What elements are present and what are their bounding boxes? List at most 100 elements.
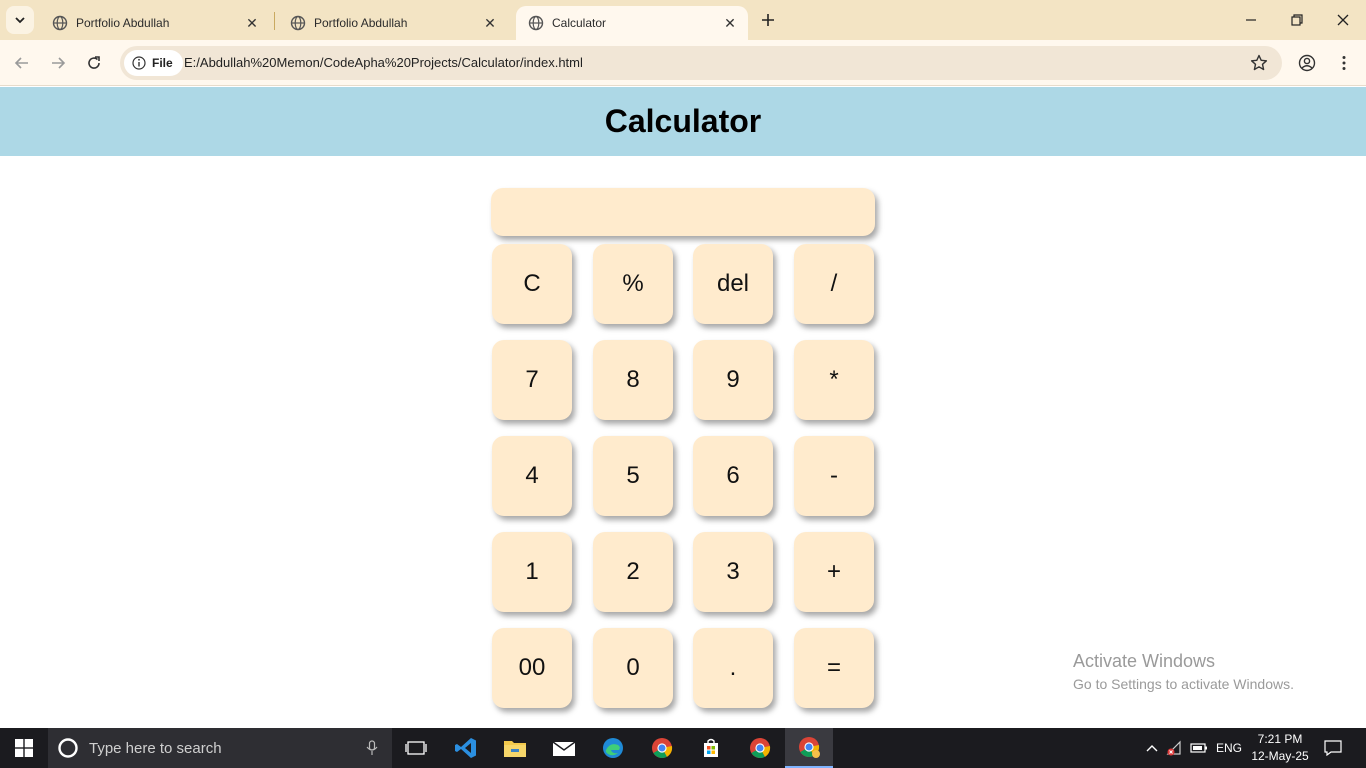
key-add-button[interactable]: +: [794, 532, 874, 612]
reload-icon: [88, 56, 100, 69]
tab-title: Portfolio Abdullah: [314, 16, 408, 30]
clock-date: 12-May-25: [1251, 749, 1309, 763]
tab-search-button[interactable]: [6, 6, 34, 34]
chevron-down-icon: [15, 17, 25, 24]
taskbar-chrome-active[interactable]: [785, 728, 833, 768]
language-indicator[interactable]: ENG: [1212, 728, 1246, 768]
taskbar-vscode[interactable]: [442, 728, 490, 768]
microphone-icon[interactable]: [366, 740, 378, 756]
taskbar-edge[interactable]: [589, 728, 637, 768]
info-icon: [132, 56, 146, 70]
reload-button[interactable]: [82, 51, 106, 75]
forward-button[interactable]: [46, 51, 70, 75]
network-status[interactable]: [1164, 728, 1186, 768]
key-digit-0-button[interactable]: 0: [593, 628, 673, 708]
key-digit-7-button[interactable]: 7: [492, 340, 572, 420]
taskbar-store[interactable]: [687, 728, 735, 768]
close-tab-icon[interactable]: ✕: [482, 15, 498, 31]
taskbar-chrome-1[interactable]: [638, 728, 686, 768]
chrome-icon: [750, 738, 771, 759]
arrow-left-icon: [14, 57, 28, 69]
page-title: Calculator: [604, 103, 762, 139]
tab-portfolio-1[interactable]: Portfolio Abdullah ✕: [40, 6, 270, 40]
watermark-subtitle: Go to Settings to activate Windows.: [1073, 676, 1294, 692]
restore-icon: [1291, 14, 1303, 26]
notification-icon: [1324, 740, 1342, 756]
clock-time: 7:21 PM: [1257, 732, 1303, 746]
address-bar[interactable]: File E:/Abdullah%20Memon/CodeApha%20Proj…: [120, 46, 1282, 80]
notifications-button[interactable]: [1318, 728, 1348, 768]
key-equals-button[interactable]: =: [794, 628, 874, 708]
close-icon: [1337, 14, 1349, 26]
key-decimal-button[interactable]: .: [693, 628, 773, 708]
task-view-icon: [405, 741, 427, 755]
system-clock[interactable]: 7:21 PM 12-May-25: [1250, 731, 1310, 765]
chevron-up-icon: [1146, 745, 1158, 752]
key-subtract-button[interactable]: -: [794, 436, 874, 516]
tab-divider: [274, 12, 275, 30]
taskbar-chrome-2[interactable]: [736, 728, 784, 768]
arrow-right-icon: [52, 57, 66, 69]
taskbar-file-explorer[interactable]: [491, 728, 539, 768]
close-window-button[interactable]: [1320, 0, 1366, 40]
activate-windows-watermark: Activate Windows Go to Settings to activ…: [1073, 651, 1294, 692]
store-icon: [704, 738, 718, 757]
cortana-circle-icon: [58, 738, 78, 758]
close-tab-icon[interactable]: ✕: [722, 15, 738, 31]
globe-icon: [52, 15, 68, 31]
tab-portfolio-2[interactable]: Portfolio Abdullah ✕: [278, 6, 508, 40]
key-digit-9-button[interactable]: 9: [693, 340, 773, 420]
search-placeholder: Type here to search: [89, 739, 222, 757]
bookmark-star-icon[interactable]: [1250, 54, 1268, 72]
key-digit-6-button[interactable]: 6: [693, 436, 773, 516]
key-delete-button[interactable]: del: [693, 244, 773, 324]
mail-icon: [552, 741, 576, 756]
task-view-button[interactable]: [392, 728, 440, 768]
key-divide-button[interactable]: /: [794, 244, 874, 324]
key-digit-5-button[interactable]: 5: [593, 436, 673, 516]
folder-icon: [504, 741, 526, 757]
tab-title: Calculator: [552, 16, 607, 30]
back-button[interactable]: [10, 51, 34, 75]
vscode-icon: [455, 738, 476, 758]
more-vertical-icon: [1342, 56, 1346, 70]
key-digit-2-button[interactable]: 2: [593, 532, 673, 612]
site-info-chip[interactable]: File: [124, 50, 183, 76]
taskbar: Type here to search ENG 7:21 PM 12-May-2…: [0, 728, 1366, 768]
close-tab-icon[interactable]: ✕: [244, 15, 260, 31]
windows-logo-icon: [15, 739, 33, 757]
restore-button[interactable]: [1274, 0, 1320, 40]
globe-icon: [290, 15, 306, 31]
key-digit-3-button[interactable]: 3: [693, 532, 773, 612]
edge-icon: [603, 738, 623, 758]
menu-button[interactable]: [1332, 51, 1356, 75]
tab-strip: Portfolio Abdullah ✕ Portfolio Abdullah …: [0, 0, 1366, 40]
profile-icon: [1298, 54, 1316, 72]
start-button[interactable]: [0, 728, 48, 768]
profile-button[interactable]: [1295, 51, 1319, 75]
calculator-display[interactable]: [491, 188, 875, 236]
battery-status[interactable]: [1188, 728, 1210, 768]
page-header: Calculator: [0, 87, 1366, 156]
tab-title: Portfolio Abdullah: [76, 16, 170, 30]
taskbar-search[interactable]: Type here to search: [48, 728, 392, 768]
network-disconnected-icon: [1166, 740, 1181, 756]
key-multiply-button[interactable]: *: [794, 340, 874, 420]
new-tab-button[interactable]: [757, 9, 779, 31]
minimize-button[interactable]: [1228, 0, 1274, 40]
key-digit-4-button[interactable]: 4: [492, 436, 572, 516]
key-clear-button[interactable]: C: [492, 244, 572, 324]
tab-calculator[interactable]: Calculator ✕: [516, 6, 748, 40]
taskbar-mail[interactable]: [540, 728, 588, 768]
key-percent-button[interactable]: %: [593, 244, 673, 324]
globe-icon: [528, 15, 544, 31]
plus-icon: [762, 14, 774, 26]
key-digit-8-button[interactable]: 8: [593, 340, 673, 420]
key-digit-00-button[interactable]: 00: [492, 628, 572, 708]
show-hidden-icons-button[interactable]: [1142, 728, 1162, 768]
key-digit-1-button[interactable]: 1: [492, 532, 572, 612]
chrome-icon: [799, 737, 820, 758]
minimize-icon: [1246, 19, 1256, 21]
watermark-title: Activate Windows: [1073, 651, 1216, 671]
url-text[interactable]: E:/Abdullah%20Memon/CodeApha%20Projects/…: [184, 55, 583, 70]
